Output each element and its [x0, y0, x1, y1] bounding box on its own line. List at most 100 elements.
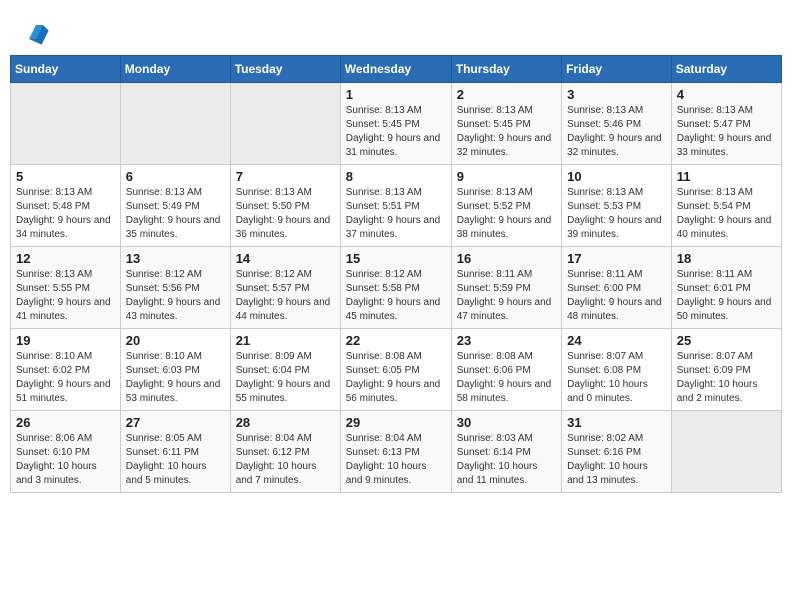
day-of-week-monday: Monday	[120, 56, 230, 83]
day-number: 27	[126, 415, 225, 430]
day-number: 11	[677, 169, 776, 184]
day-info: Sunrise: 8:13 AM Sunset: 5:50 PM Dayligh…	[236, 186, 335, 242]
day-cell: 21Sunrise: 8:09 AM Sunset: 6:04 PM Dayli…	[230, 329, 340, 411]
day-number: 15	[346, 251, 446, 266]
day-number: 20	[126, 333, 225, 348]
day-info: Sunrise: 8:08 AM Sunset: 6:06 PM Dayligh…	[457, 350, 556, 406]
day-info: Sunrise: 8:13 AM Sunset: 5:45 PM Dayligh…	[346, 104, 446, 160]
day-number: 6	[126, 169, 225, 184]
day-number: 10	[567, 169, 666, 184]
days-of-week-row: SundayMondayTuesdayWednesdayThursdayFrid…	[11, 56, 782, 83]
day-info: Sunrise: 8:13 AM Sunset: 5:46 PM Dayligh…	[567, 104, 666, 160]
day-cell: 15 Sunrise: 8:12 AM Sunset: 5:58 PM Dayli…	[340, 247, 451, 329]
day-cell: 31Sunrise: 8:02 AM Sunset: 6:16 PM Dayli…	[562, 411, 672, 493]
day-of-week-wednesday: Wednesday	[340, 56, 451, 83]
logo	[20, 18, 52, 51]
week-row-2: 5 Sunrise: 8:13 AM Sunset: 5:48 PM Daylig…	[11, 165, 782, 247]
day-info: Sunrise: 8:13 AM Sunset: 5:54 PM Dayligh…	[677, 186, 776, 242]
day-number: 29	[346, 415, 446, 430]
day-of-week-friday: Friday	[562, 56, 672, 83]
day-number: 9	[457, 169, 556, 184]
day-info: Sunrise: 8:09 AM Sunset: 6:04 PM Dayligh…	[236, 350, 335, 406]
day-of-week-thursday: Thursday	[451, 56, 561, 83]
day-number: 14	[236, 251, 335, 266]
day-info: Sunrise: 8:07 AM Sunset: 6:08 PM Dayligh…	[567, 350, 666, 406]
day-info: Sunrise: 8:04 AM Sunset: 6:12 PM Dayligh…	[236, 432, 335, 488]
day-info: Sunrise: 8:13 AM Sunset: 5:52 PM Dayligh…	[457, 186, 556, 242]
day-info: Sunrise: 8:08 AM Sunset: 6:05 PM Dayligh…	[346, 350, 446, 406]
day-number: 25	[677, 333, 776, 348]
day-number: 12	[16, 251, 115, 266]
day-number: 19	[16, 333, 115, 348]
day-cell: 9 Sunrise: 8:13 AM Sunset: 5:52 PM Daylig…	[451, 165, 561, 247]
day-cell: 7 Sunrise: 8:13 AM Sunset: 5:50 PM Daylig…	[230, 165, 340, 247]
day-info: Sunrise: 8:13 AM Sunset: 5:45 PM Dayligh…	[457, 104, 556, 160]
day-number: 22	[346, 333, 446, 348]
day-number: 5	[16, 169, 115, 184]
week-row-3: 12 Sunrise: 8:13 AM Sunset: 5:55 PM Dayli…	[11, 247, 782, 329]
day-info: Sunrise: 8:13 AM Sunset: 5:55 PM Dayligh…	[16, 268, 115, 324]
day-cell: 19 Sunrise: 8:10 AM Sunset: 6:02 PM Dayli…	[11, 329, 121, 411]
day-number: 23	[457, 333, 556, 348]
day-number: 13	[126, 251, 225, 266]
page-header	[10, 10, 782, 55]
day-cell: 6Sunrise: 8:13 AM Sunset: 5:49 PM Daylig…	[120, 165, 230, 247]
day-cell	[120, 83, 230, 165]
logo-icon	[22, 18, 50, 46]
day-cell: 10 Sunrise: 8:13 AM Sunset: 5:53 PM Dayli…	[562, 165, 672, 247]
day-cell: 5 Sunrise: 8:13 AM Sunset: 5:48 PM Daylig…	[11, 165, 121, 247]
day-info: Sunrise: 8:04 AM Sunset: 6:13 PM Dayligh…	[346, 432, 446, 488]
day-number: 4	[677, 87, 776, 102]
week-row-5: 26 Sunrise: 8:06 AM Sunset: 6:10 PM Dayli…	[11, 411, 782, 493]
day-number: 1	[346, 87, 446, 102]
day-cell: 22 Sunrise: 8:08 AM Sunset: 6:05 PM Dayli…	[340, 329, 451, 411]
day-info: Sunrise: 8:10 AM Sunset: 6:02 PM Dayligh…	[16, 350, 115, 406]
day-info: Sunrise: 8:12 AM Sunset: 5:58 PM Dayligh…	[346, 268, 446, 324]
day-cell: 3 Sunrise: 8:13 AM Sunset: 5:46 PM Daylig…	[562, 83, 672, 165]
day-info: Sunrise: 8:13 AM Sunset: 5:47 PM Dayligh…	[677, 104, 776, 160]
day-cell: 28 Sunrise: 8:04 AM Sunset: 6:12 PM Dayli…	[230, 411, 340, 493]
day-cell: 20 Sunrise: 8:10 AM Sunset: 6:03 PM Dayli…	[120, 329, 230, 411]
day-info: Sunrise: 8:11 AM Sunset: 6:01 PM Dayligh…	[677, 268, 776, 324]
day-cell: 26 Sunrise: 8:06 AM Sunset: 6:10 PM Dayli…	[11, 411, 121, 493]
day-number: 28	[236, 415, 335, 430]
day-cell: 17 Sunrise: 8:11 AM Sunset: 6:00 PM Dayli…	[562, 247, 672, 329]
week-row-4: 19 Sunrise: 8:10 AM Sunset: 6:02 PM Dayli…	[11, 329, 782, 411]
day-number: 7	[236, 169, 335, 184]
day-cell: 27 Sunrise: 8:05 AM Sunset: 6:11 PM Dayli…	[120, 411, 230, 493]
day-number: 30	[457, 415, 556, 430]
calendar-body: 1 Sunrise: 8:13 AM Sunset: 5:45 PM Daylig…	[11, 83, 782, 493]
day-info: Sunrise: 8:06 AM Sunset: 6:10 PM Dayligh…	[16, 432, 115, 488]
day-cell: 11 Sunrise: 8:13 AM Sunset: 5:54 PM Dayli…	[671, 165, 781, 247]
day-cell: 1 Sunrise: 8:13 AM Sunset: 5:45 PM Daylig…	[340, 83, 451, 165]
day-of-week-tuesday: Tuesday	[230, 56, 340, 83]
day-info: Sunrise: 8:13 AM Sunset: 5:48 PM Dayligh…	[16, 186, 115, 242]
day-number: 8	[346, 169, 446, 184]
calendar-table: SundayMondayTuesdayWednesdayThursdayFrid…	[10, 55, 782, 493]
day-of-week-sunday: Sunday	[11, 56, 121, 83]
day-cell: 23 Sunrise: 8:08 AM Sunset: 6:06 PM Dayli…	[451, 329, 561, 411]
day-info: Sunrise: 8:11 AM Sunset: 6:00 PM Dayligh…	[567, 268, 666, 324]
day-cell: 24 Sunrise: 8:07 AM Sunset: 6:08 PM Dayli…	[562, 329, 672, 411]
day-info: Sunrise: 8:03 AM Sunset: 6:14 PM Dayligh…	[457, 432, 556, 488]
day-cell: 14Sunrise: 8:12 AM Sunset: 5:57 PM Dayli…	[230, 247, 340, 329]
day-number: 24	[567, 333, 666, 348]
day-cell: 29 Sunrise: 8:04 AM Sunset: 6:13 PM Dayli…	[340, 411, 451, 493]
day-cell: 4 Sunrise: 8:13 AM Sunset: 5:47 PM Daylig…	[671, 83, 781, 165]
day-cell	[671, 411, 781, 493]
day-of-week-saturday: Saturday	[671, 56, 781, 83]
day-cell: 2Sunrise: 8:13 AM Sunset: 5:45 PM Daylig…	[451, 83, 561, 165]
day-info: Sunrise: 8:13 AM Sunset: 5:53 PM Dayligh…	[567, 186, 666, 242]
day-info: Sunrise: 8:11 AM Sunset: 5:59 PM Dayligh…	[457, 268, 556, 324]
day-cell	[11, 83, 121, 165]
day-number: 17	[567, 251, 666, 266]
calendar-header: SundayMondayTuesdayWednesdayThursdayFrid…	[11, 56, 782, 83]
day-number: 3	[567, 87, 666, 102]
day-cell: 25Sunrise: 8:07 AM Sunset: 6:09 PM Dayli…	[671, 329, 781, 411]
day-cell: 18 Sunrise: 8:11 AM Sunset: 6:01 PM Dayli…	[671, 247, 781, 329]
day-info: Sunrise: 8:05 AM Sunset: 6:11 PM Dayligh…	[126, 432, 225, 488]
day-info: Sunrise: 8:12 AM Sunset: 5:56 PM Dayligh…	[126, 268, 225, 324]
day-number: 18	[677, 251, 776, 266]
day-info: Sunrise: 8:10 AM Sunset: 6:03 PM Dayligh…	[126, 350, 225, 406]
day-number: 26	[16, 415, 115, 430]
